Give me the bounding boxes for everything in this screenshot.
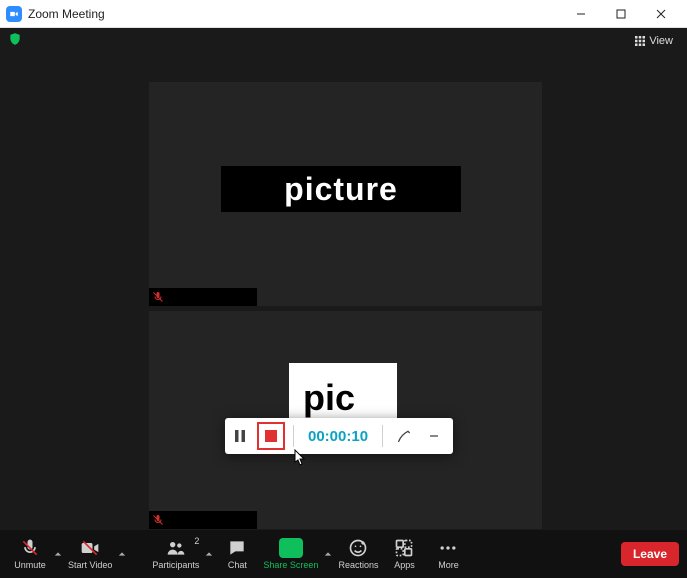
reactions-label: Reactions (338, 560, 378, 570)
window-maximize-button[interactable] (601, 0, 641, 28)
divider (382, 425, 383, 447)
window-title: Zoom Meeting (28, 7, 105, 21)
window-titlebar: Zoom Meeting (0, 0, 687, 28)
unmute-label: Unmute (14, 560, 46, 570)
unmute-button[interactable]: Unmute (8, 530, 52, 578)
encryption-shield-icon[interactable] (8, 32, 22, 51)
start-video-label: Start Video (68, 560, 112, 570)
recording-toolbar: 00:00:10 (225, 418, 453, 454)
view-button[interactable]: View (629, 33, 679, 49)
leave-button[interactable]: Leave (621, 542, 679, 566)
mic-muted-icon (149, 511, 167, 529)
start-video-button[interactable]: Start Video (64, 530, 116, 578)
participants-label: Participants (152, 560, 199, 570)
view-label: View (649, 35, 673, 47)
recording-pause-button[interactable] (225, 418, 255, 454)
window-minimize-button[interactable] (561, 0, 601, 28)
participants-count: 2 (194, 536, 199, 546)
recording-stop-button[interactable] (257, 422, 285, 450)
share-screen-button[interactable]: Share Screen (259, 530, 322, 578)
meeting-topbar: View (0, 28, 687, 54)
tile-1-content: picture (221, 166, 461, 212)
reactions-button[interactable]: Reactions (334, 530, 382, 578)
zoom-app-icon (6, 6, 22, 22)
recording-timer: 00:00:10 (308, 428, 368, 445)
mic-muted-icon (149, 288, 167, 306)
video-stage: picture pic (0, 54, 687, 530)
window-close-button[interactable] (641, 0, 681, 28)
chat-button[interactable]: Chat (215, 530, 259, 578)
participant-name-label (167, 288, 257, 306)
annotate-button[interactable] (389, 418, 419, 454)
audio-options-chevron[interactable] (52, 530, 64, 578)
share-screen-label: Share Screen (263, 560, 318, 570)
share-options-chevron[interactable] (322, 530, 334, 578)
participant-name-label (167, 511, 257, 529)
more-button[interactable]: More (426, 530, 470, 578)
more-label: More (438, 560, 459, 570)
video-options-chevron[interactable] (116, 530, 128, 578)
participants-options-chevron[interactable] (203, 530, 215, 578)
control-bar: Unmute Start Video 2 Participants Chat S… (0, 530, 687, 578)
video-tile-1[interactable]: picture (149, 82, 542, 306)
share-screen-icon (279, 538, 303, 558)
chat-label: Chat (228, 560, 247, 570)
recording-minimize-button[interactable] (419, 418, 449, 454)
stop-icon (265, 430, 277, 442)
apps-button[interactable]: Apps (382, 530, 426, 578)
apps-label: Apps (394, 560, 415, 570)
divider (293, 425, 294, 447)
participants-button[interactable]: 2 Participants (148, 530, 203, 578)
